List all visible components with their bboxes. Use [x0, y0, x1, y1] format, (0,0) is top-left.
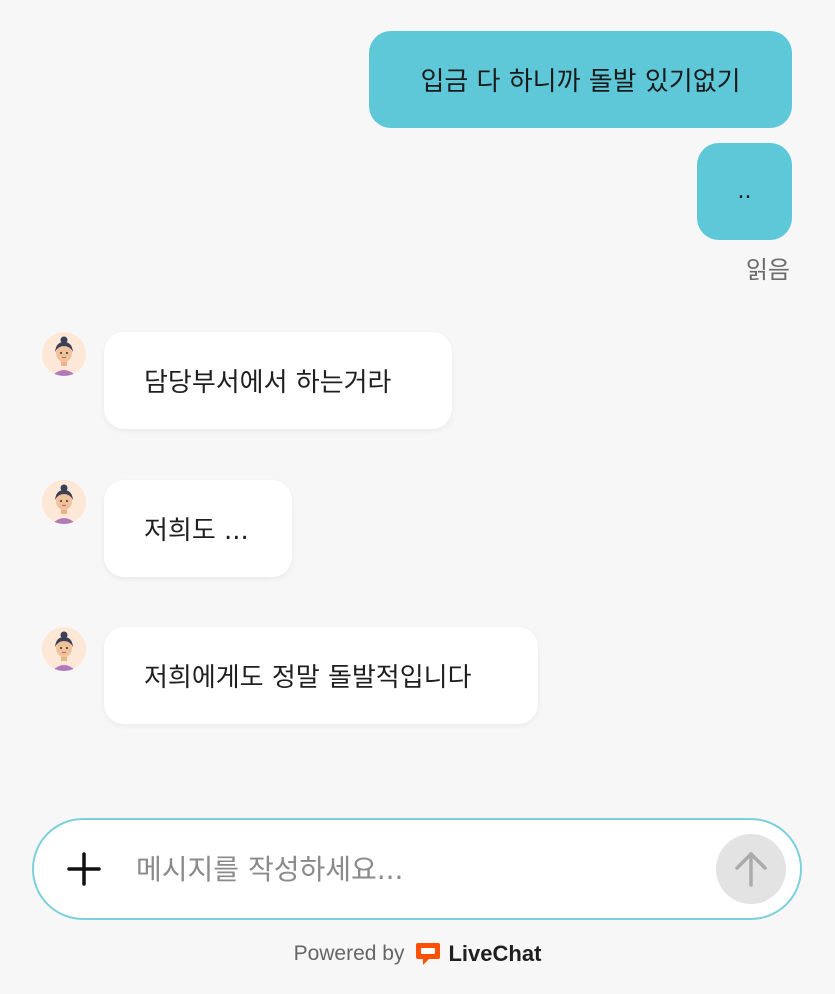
plus-icon[interactable]	[62, 847, 106, 891]
message-composer	[32, 818, 802, 920]
user-message-bubble: 입금 다 하니까 돌발 있기없기	[369, 31, 792, 128]
message-text: 저희에게도 정말 돌발적입니다	[144, 663, 472, 693]
message-input[interactable]	[136, 852, 716, 886]
message-text: 저희도 ...	[144, 516, 249, 546]
powered-by-text: Powered by	[293, 942, 405, 965]
brand-name: LiveChat	[448, 941, 542, 966]
agent-message-bubble: 저희에게도 정말 돌발적입니다	[104, 627, 538, 724]
message-text: 입금 다 하니까 돌발 있기없기	[420, 67, 741, 97]
message-text: 담당부서에서 하는거라	[144, 368, 392, 398]
message-text: ..	[737, 179, 752, 204]
agent-message-bubble: 담당부서에서 하는거라	[104, 332, 452, 429]
read-status: 읽음	[745, 256, 790, 284]
agent-message-bubble: 저희도 ...	[104, 480, 292, 577]
powered-by-footer[interactable]: Powered by LiveChat	[0, 940, 835, 968]
agent-avatar	[42, 627, 86, 671]
user-message-bubble: ..	[697, 143, 792, 240]
send-button[interactable]	[716, 834, 786, 904]
agent-avatar	[42, 480, 86, 524]
livechat-logo-icon	[414, 940, 442, 968]
agent-avatar	[42, 332, 86, 376]
arrow-up-icon	[735, 852, 767, 887]
